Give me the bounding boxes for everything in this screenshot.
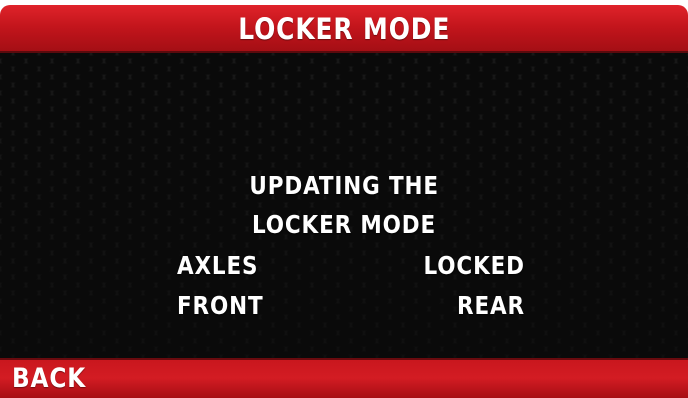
status-message-line-2-text: LOCKER MODE xyxy=(251,210,437,239)
locker-mode-screen: LOCKER MODE UPDATING THE LOCKER MODE AXL… xyxy=(0,0,688,398)
status-message-line-2: LOCKER MODE xyxy=(0,212,688,237)
locked-value: LOCKED xyxy=(423,251,525,280)
rear-label: REAR xyxy=(457,291,525,320)
content-panel: UPDATING THE LOCKER MODE AXLES LOCKED FR… xyxy=(0,53,688,358)
status-message-line-1: UPDATING THE xyxy=(0,173,688,198)
front-label: FRONT xyxy=(177,291,264,320)
axles-label: AXLES xyxy=(177,251,259,280)
back-button-label: BACK xyxy=(12,362,87,394)
status-message-line-1-text: UPDATING THE xyxy=(249,171,439,200)
back-button[interactable]: BACK xyxy=(0,358,120,398)
bottom-bar: BACK xyxy=(0,358,688,398)
page-title: LOCKER MODE xyxy=(238,11,450,46)
title-bar: LOCKER MODE xyxy=(0,5,688,53)
